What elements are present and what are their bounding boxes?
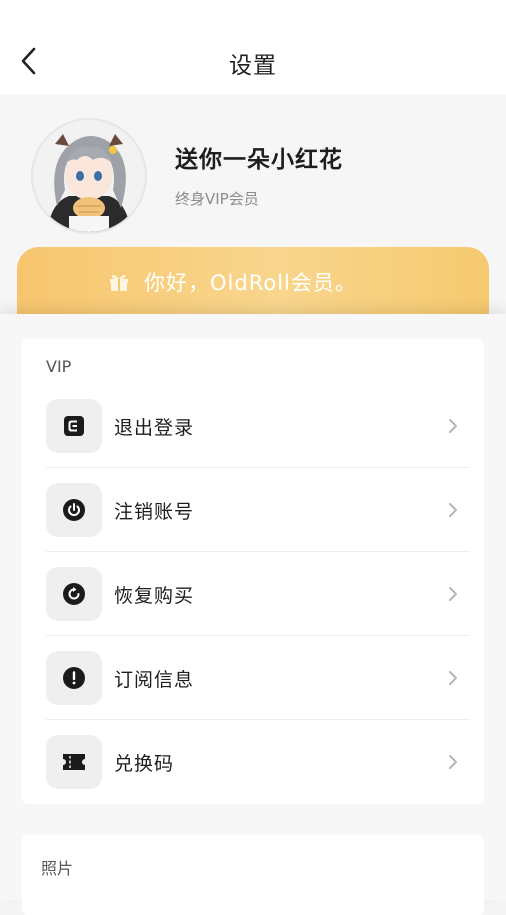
row-icon-box: [46, 567, 102, 621]
row-icon-box: [46, 483, 102, 537]
gift-icon: [110, 275, 128, 291]
restore-icon: [63, 583, 85, 605]
section-title-photo: 照片: [41, 859, 74, 878]
vip-card: VIP 退出登录 注销账号 恢复购买 订阅信息 兑换码: [22, 339, 484, 804]
membership-label: 终身VIP会员: [175, 190, 259, 208]
chevron-right-icon: [446, 500, 460, 520]
row-label: 订阅信息: [114, 669, 195, 691]
chevron-right-icon: [446, 416, 460, 436]
row-restore-purchase[interactable]: 恢复购买: [46, 552, 470, 636]
banner-greeting: 你好，OldRoll会员。: [144, 271, 357, 295]
logout-icon: [64, 416, 84, 436]
row-label: 注销账号: [114, 501, 195, 523]
row-icon-box: [46, 651, 102, 705]
row-label: 退出登录: [114, 417, 195, 439]
ticket-icon: [63, 754, 85, 770]
row-subscription-info[interactable]: 订阅信息: [46, 636, 470, 720]
top-bar: 设置: [0, 0, 506, 94]
avatar-illustration: [33, 120, 145, 232]
avatar[interactable]: [33, 120, 145, 232]
page-title: 设置: [229, 53, 277, 79]
info-icon: [63, 667, 85, 689]
row-delete-account[interactable]: 注销账号: [46, 468, 470, 552]
photo-card: 照片: [22, 835, 484, 915]
username: 送你一朵小红花: [175, 147, 343, 173]
row-label: 恢复购买: [114, 585, 195, 607]
row-icon-box: [46, 399, 102, 453]
row-icon-box: [46, 735, 102, 789]
section-title-vip: VIP: [46, 357, 72, 376]
chevron-right-icon: [446, 752, 460, 772]
row-label: 兑换码: [114, 753, 175, 775]
row-logout[interactable]: 退出登录: [46, 384, 470, 468]
chevron-right-icon: [446, 668, 460, 688]
chevron-right-icon: [446, 584, 460, 604]
power-icon: [63, 499, 85, 521]
row-redeem-code[interactable]: 兑换码: [46, 720, 470, 804]
